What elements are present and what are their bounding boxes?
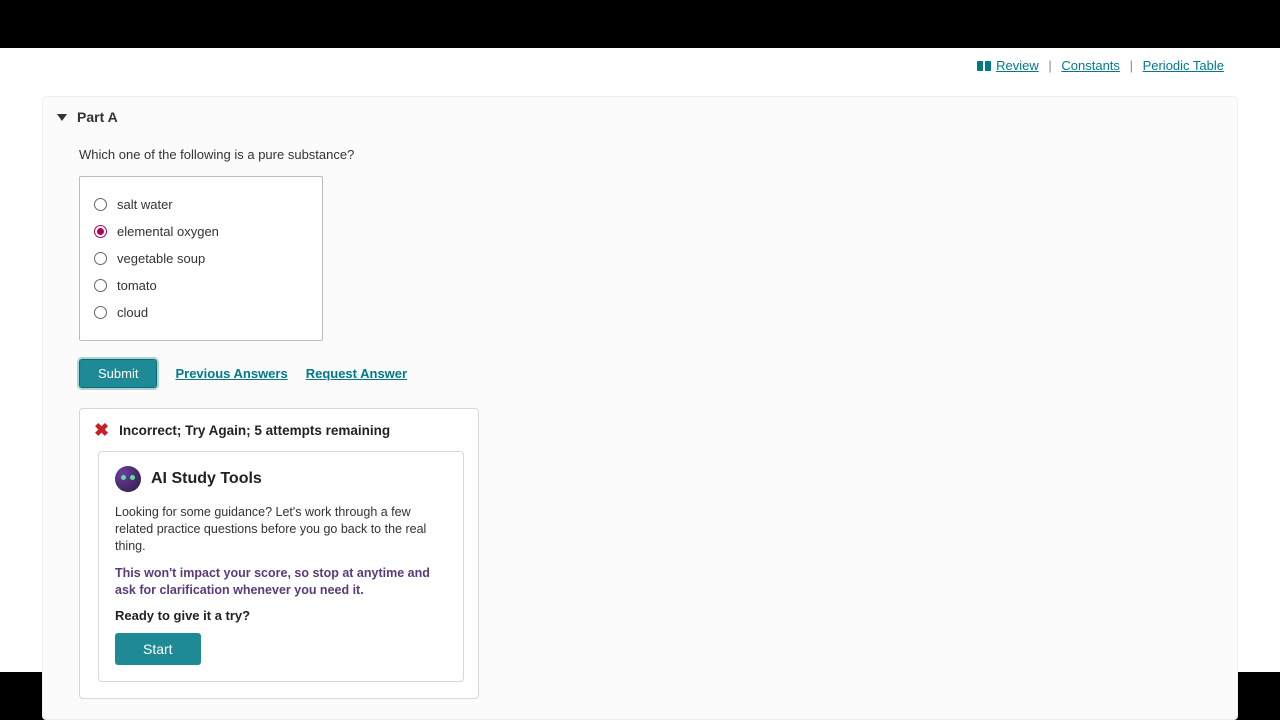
option-label: salt water: [117, 197, 173, 212]
start-button[interactable]: Start: [115, 633, 201, 665]
separator: |: [1130, 58, 1133, 73]
ai-guidance-text: Looking for some guidance? Let's work th…: [115, 504, 447, 555]
part-title: Part A: [77, 109, 118, 125]
option-salt-water[interactable]: salt water: [94, 191, 308, 218]
part-body: Which one of the following is a pure sub…: [43, 147, 1237, 719]
viewport: Review | Constants | Periodic Table Part…: [0, 48, 1280, 672]
option-cloud[interactable]: cloud: [94, 299, 308, 326]
submit-button[interactable]: Submit: [79, 359, 157, 388]
option-vegetable-soup[interactable]: vegetable soup: [94, 245, 308, 272]
option-label: cloud: [117, 305, 148, 320]
radio-icon-selected: [94, 225, 107, 238]
actions-row: Submit Previous Answers Request Answer: [79, 359, 1201, 388]
ai-study-tools-card: AI Study Tools Looking for some guidance…: [98, 451, 464, 682]
option-label: elemental oxygen: [117, 224, 219, 239]
feedback-panel: ✖ Incorrect; Try Again; 5 attempts remai…: [79, 408, 479, 699]
ai-title-row: AI Study Tools: [115, 466, 447, 492]
option-tomato[interactable]: tomato: [94, 272, 308, 299]
ai-note-text: This won't impact your score, so stop at…: [115, 565, 447, 599]
part-panel: Part A Which one of the following is a p…: [42, 96, 1238, 720]
previous-answers-link[interactable]: Previous Answers: [175, 366, 287, 381]
option-elemental-oxygen[interactable]: elemental oxygen: [94, 218, 308, 245]
radio-icon: [94, 198, 107, 211]
options-box: salt water elemental oxygen vegetable so…: [79, 176, 323, 341]
top-links: Review | Constants | Periodic Table: [977, 58, 1225, 73]
feedback-header: ✖ Incorrect; Try Again; 5 attempts remai…: [94, 421, 464, 439]
periodic-table-link[interactable]: Periodic Table: [1143, 58, 1224, 73]
question-text: Which one of the following is a pure sub…: [79, 147, 1201, 162]
ai-ready-text: Ready to give it a try?: [115, 608, 447, 623]
separator: |: [1048, 58, 1051, 73]
option-label: tomato: [117, 278, 157, 293]
ai-title: AI Study Tools: [151, 470, 262, 488]
feedback-message: Incorrect; Try Again; 5 attempts remaini…: [119, 423, 390, 438]
part-header[interactable]: Part A: [43, 97, 1237, 137]
radio-icon: [94, 252, 107, 265]
radio-icon: [94, 279, 107, 292]
book-icon: [977, 61, 991, 71]
option-label: vegetable soup: [117, 251, 205, 266]
caret-down-icon: [57, 114, 67, 121]
constants-link[interactable]: Constants: [1061, 58, 1120, 73]
review-link[interactable]: Review: [996, 58, 1039, 73]
incorrect-x-icon: ✖: [94, 421, 109, 439]
request-answer-link[interactable]: Request Answer: [306, 366, 407, 381]
ai-body: Looking for some guidance? Let's work th…: [115, 504, 447, 665]
radio-icon: [94, 306, 107, 319]
ai-bot-icon: [115, 466, 141, 492]
